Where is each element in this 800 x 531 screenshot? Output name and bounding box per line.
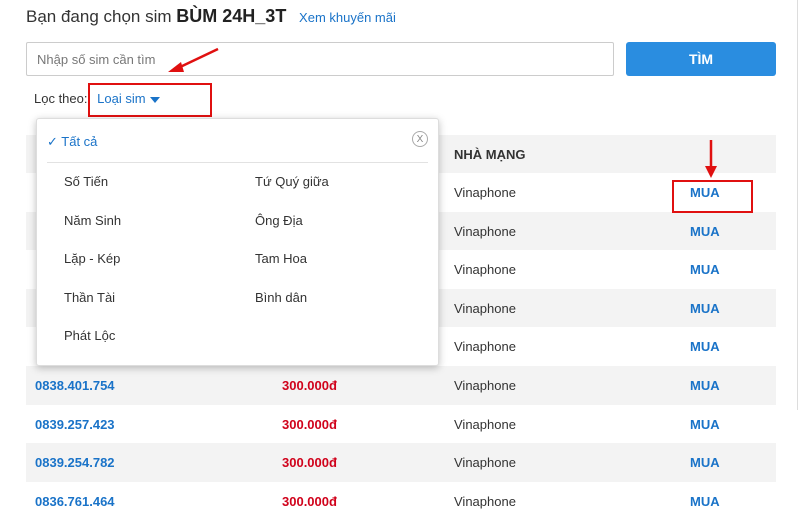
filter-label: Lọc theo:	[34, 91, 88, 106]
sim-price: 300.000đ	[282, 455, 337, 471]
annotation-box-buy	[672, 180, 753, 213]
dropdown-option[interactable]: Tam Hoa	[255, 251, 307, 266]
sim-network: Vinaphone	[454, 339, 516, 355]
sim-search-input[interactable]	[26, 42, 614, 76]
dropdown-option[interactable]: Tứ Quý giữa	[255, 174, 329, 189]
sim-type-dropdown: ✓ Tất cả X Số Tiến Tứ Quý giữa Năm Sinh …	[36, 118, 439, 366]
buy-button[interactable]: MUA	[690, 224, 720, 239]
sim-price: 300.000đ	[282, 416, 337, 432]
page-header: Bạn đang chọn sim BÙM 24H_3T Xem khuyến …	[26, 6, 396, 27]
sim-network: Vinaphone	[454, 223, 516, 239]
buy-button[interactable]: MUA	[690, 417, 720, 432]
dropdown-option[interactable]: Số Tiến	[64, 174, 108, 189]
sim-network: Vinaphone	[454, 455, 516, 471]
sim-number[interactable]: 0836.761.464	[35, 494, 115, 509]
buy-button[interactable]: MUA	[690, 262, 720, 277]
dropdown-option[interactable]: Lặp - Kép	[64, 251, 120, 266]
dropdown-option[interactable]: Phát Lộc	[64, 328, 115, 343]
dropdown-option[interactable]: Ông Địa	[255, 213, 303, 228]
sim-number[interactable]: 0838.401.754	[35, 378, 115, 393]
dropdown-option-all-label: Tất cả	[61, 134, 98, 149]
column-header-network: NHÀ MẠNG	[454, 147, 526, 162]
search-button[interactable]: TÌM	[626, 42, 776, 76]
sim-network: Vinaphone	[454, 185, 516, 200]
promo-link[interactable]: Xem khuyến mãi	[299, 10, 396, 25]
buy-button[interactable]: MUA	[690, 494, 720, 509]
buy-button[interactable]: MUA	[690, 339, 720, 354]
dropdown-option[interactable]: Bình dân	[255, 290, 307, 305]
package-name: BÙM 24H_3T	[176, 6, 287, 26]
table-row: 0839.257.423 300.000đ Vinaphone MUA	[26, 405, 776, 444]
buy-button[interactable]: MUA	[690, 301, 720, 316]
annotation-box-filter	[88, 83, 212, 117]
dropdown-option[interactable]: Năm Sinh	[64, 213, 121, 228]
buy-button[interactable]: MUA	[690, 455, 720, 470]
buy-button[interactable]: MUA	[690, 378, 720, 393]
sim-network: Vinaphone	[454, 262, 516, 278]
scrollbar[interactable]	[797, 0, 798, 410]
dropdown-option[interactable]: Thần Tài	[64, 290, 115, 305]
dropdown-option-all[interactable]: ✓ Tất cả	[47, 134, 97, 150]
sim-network: Vinaphone	[454, 300, 516, 316]
table-row: 0836.761.464 300.000đ Vinaphone MUA	[26, 482, 776, 521]
sim-network: Vinaphone	[454, 493, 516, 509]
sim-number[interactable]: 0839.254.782	[35, 455, 115, 470]
sim-price: 300.000đ	[282, 377, 337, 393]
sim-price: 300.000đ	[282, 493, 337, 509]
header-prefix: Bạn đang chọn sim	[26, 7, 172, 26]
dropdown-divider	[47, 162, 428, 163]
sim-number[interactable]: 0839.257.423	[35, 417, 115, 432]
table-row: 0839.254.782 300.000đ Vinaphone MUA	[26, 443, 776, 482]
sim-network: Vinaphone	[454, 416, 516, 432]
sim-network: Vinaphone	[454, 377, 516, 393]
close-icon[interactable]: X	[412, 131, 428, 147]
checkmark-icon: ✓	[47, 134, 62, 149]
table-row: 0838.401.754 300.000đ Vinaphone MUA	[26, 365, 776, 405]
